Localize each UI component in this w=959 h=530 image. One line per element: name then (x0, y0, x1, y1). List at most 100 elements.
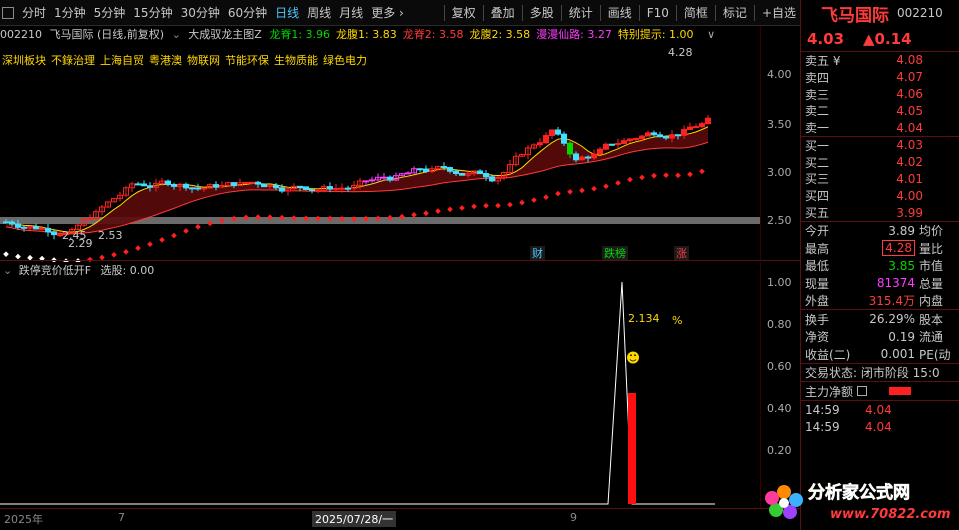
tool-button-3[interactable]: 统计 (565, 0, 597, 26)
ask-row[interactable]: 卖四 4.07 (801, 69, 959, 86)
bid-label: 买三 (805, 172, 830, 187)
support-diamond (411, 211, 417, 218)
ask-label: 卖四 (805, 70, 830, 85)
price-tick-label: 3.50 (767, 118, 792, 131)
period-tab-4[interactable]: 30分钟 (177, 0, 224, 26)
stat-label: 最低 (805, 259, 830, 274)
indicator-value-2: 龙脊2: 3.58 (402, 28, 464, 41)
candle-body (543, 135, 549, 144)
tick-time: 14:59 (805, 402, 840, 417)
indicator-chart[interactable]: 2.134% (0, 276, 760, 506)
candle-body (3, 221, 9, 224)
tool-button-7[interactable]: 标记 (719, 0, 751, 26)
support-diamond (507, 201, 513, 208)
candle-body (333, 187, 339, 190)
candle-body (135, 183, 141, 186)
period-tab-1[interactable]: 1分钟 (50, 0, 90, 26)
quote-stock-code: 002210 (897, 6, 943, 20)
candle-body (597, 148, 603, 155)
candle-body (327, 186, 333, 190)
candle-body (255, 181, 261, 185)
period-tab-0[interactable]: 分时 (18, 0, 50, 26)
tool-button-0[interactable]: 复权 (448, 0, 480, 26)
indicator-value-1: 龙腹1: 3.83 (336, 28, 397, 41)
candle-body (681, 129, 687, 136)
tool-button-1[interactable]: 叠加 (487, 0, 519, 26)
bid-row[interactable]: 买三 4.01 (801, 171, 959, 188)
candle-body (687, 126, 693, 131)
ask-list: 卖五 ¥ 4.08 卖四 4.07 卖三 4.06 卖二 4.05 卖一 4.04 (801, 52, 959, 136)
candle-body (213, 184, 219, 188)
tool-button-6[interactable]: 简框 (680, 0, 712, 26)
stat2-label2: PE(动 (919, 347, 951, 362)
support-diamond (603, 183, 609, 190)
tool-button-8[interactable]: +自选 (758, 0, 800, 26)
candle-body (231, 182, 237, 187)
candle-body (603, 143, 609, 150)
signal-bar (628, 393, 636, 504)
cursor-date-label: 2025/07/28/一 (312, 511, 397, 527)
candle-body (585, 156, 591, 159)
list-icon[interactable] (857, 386, 868, 397)
candle-body (171, 184, 177, 187)
stat2-label2: 股本 (919, 312, 944, 327)
candlestick-chart[interactable]: 4.282.452.292.53财 跌榜涨 (0, 42, 760, 262)
candle-body (555, 129, 561, 135)
candle-body (309, 189, 315, 192)
bid-row[interactable]: 买二 4.02 (801, 154, 959, 171)
period-tab-5[interactable]: 60分钟 (224, 0, 271, 26)
stat-row: 外盘 315.4万 内盘 (801, 292, 959, 310)
ask-label: 卖二 (805, 104, 830, 119)
quote-panel: 飞马国际 002210 4.03 ▲0.14 卖五 ¥ 4.08 卖四 4.07 卖三 4… (800, 0, 959, 530)
ask-row[interactable]: 卖五 ¥ 4.08 (801, 52, 959, 69)
bid-row[interactable]: 买一 4.03 (801, 137, 959, 154)
candle-body (639, 135, 645, 140)
dropdown-icon[interactable]: ⌄ (172, 28, 181, 41)
ask-row[interactable]: 卖一 4.04 (801, 119, 959, 136)
stat2-value: 0.19 (888, 329, 915, 344)
stat2-value: 26.29% (869, 312, 915, 327)
support-diamond (195, 224, 201, 230)
ask-row[interactable]: 卖三 4.06 (801, 86, 959, 103)
support-diamond (699, 168, 705, 175)
candle-body (453, 170, 459, 175)
stat2-value: 0.001 (880, 347, 915, 362)
candle-body (591, 153, 597, 159)
tick-row: 14:59 4.04 (801, 418, 959, 436)
bid-row[interactable]: 买四 4.00 (801, 187, 959, 204)
period-tab-6[interactable]: 日线 (271, 0, 303, 26)
tick-price: 4.04 (865, 420, 892, 435)
candle-body (33, 226, 39, 230)
support-diamond (687, 171, 693, 178)
period-tab-9[interactable]: 更多 › (367, 0, 408, 26)
tool-button-2[interactable]: 多股 (526, 0, 558, 26)
indicator-tick-label: 0.20 (767, 444, 792, 457)
bid-price: 3.99 (896, 205, 923, 220)
period-tab-3[interactable]: 15分钟 (129, 0, 176, 26)
support-diamond (147, 241, 153, 248)
bid-row[interactable]: 买五 3.99 (801, 204, 959, 221)
candle-body (477, 170, 483, 175)
tool-button-4[interactable]: 画线 (604, 0, 636, 26)
stat2-label: 净资 (805, 330, 830, 345)
period-tab-2[interactable]: 5分钟 (90, 0, 130, 26)
candle-body (201, 187, 207, 190)
ask-row[interactable]: 卖二 4.05 (801, 102, 959, 119)
date-label-month7: 7 (118, 511, 125, 524)
period-tab-8[interactable]: 月线 (335, 0, 367, 26)
bid-label: 买四 (805, 189, 830, 204)
price-change: ▲0.14 (863, 29, 912, 48)
bid-label: 买一 (805, 138, 830, 153)
candle-body (549, 129, 555, 137)
candle-body (579, 156, 585, 161)
smiley-icon (627, 351, 639, 364)
stat-label2: 均价 (919, 224, 944, 239)
candle-body (675, 134, 681, 137)
smiley-eye (630, 354, 632, 357)
chevron-down-icon[interactable]: ∨ (707, 28, 715, 41)
indicator-name[interactable]: 大成驭龙主图Z (188, 28, 262, 41)
tool-button-5[interactable]: F10 (643, 0, 673, 26)
price-row: 4.03 ▲0.14 (801, 26, 959, 52)
layout-icon[interactable] (2, 6, 14, 19)
period-tab-7[interactable]: 周线 (303, 0, 335, 26)
